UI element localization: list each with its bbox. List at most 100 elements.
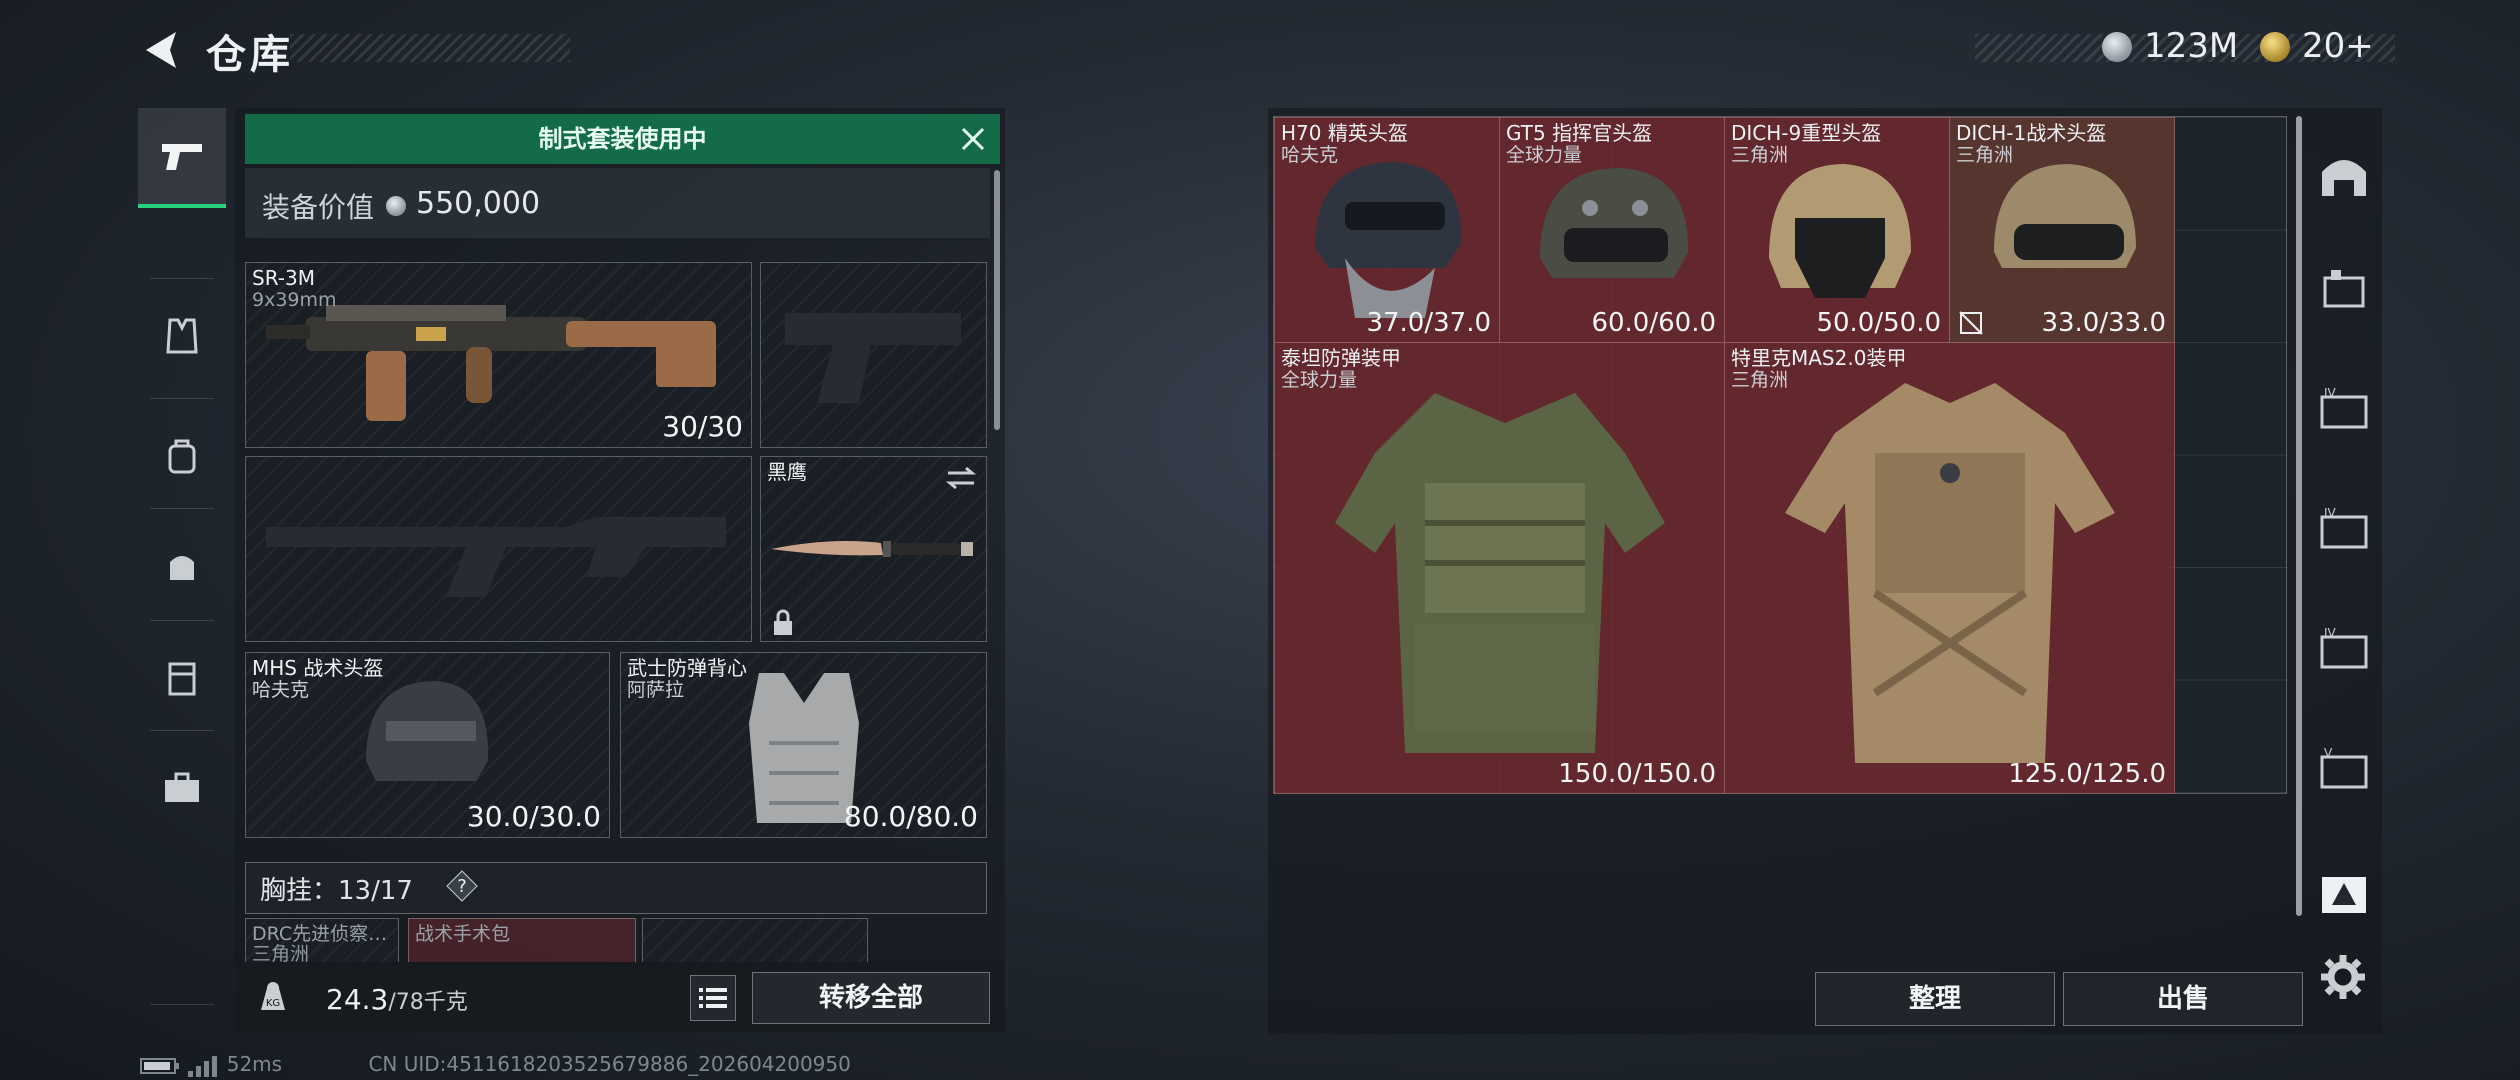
helmet-slot[interactable]: MHS 战术头盔 哈夫克 30.0/30.0 (245, 652, 610, 838)
sort-button[interactable]: 整理 (1815, 972, 2055, 1026)
melee-slot[interactable]: 黑鹰 (760, 456, 987, 642)
storage-item[interactable]: H70 精英头盔 哈夫克 37.0/37.0 (1274, 117, 1500, 343)
help-icon[interactable]: ? (446, 870, 478, 902)
signal-icon (188, 1055, 218, 1077)
sidebar-item-toolbox[interactable] (138, 740, 226, 836)
sidebar-item-backpack[interactable] (138, 408, 226, 504)
chest-item[interactable]: DRC先进侦察… 三角洲 (245, 918, 399, 964)
storage-item[interactable]: 泰坦防弹装甲 全球力量 150.0/150.0 (1274, 342, 1725, 794)
chest-item-maker: 三角洲 (252, 943, 310, 964)
weapon-ammo: 9x39mm (252, 289, 337, 311)
chest-item-name: 战术手术包 (415, 923, 511, 945)
item-durability: 37.0/37.0 (1366, 308, 1491, 338)
transfer-all-button[interactable]: 转移全部 (752, 972, 990, 1024)
expansion-box-icon: IV (2320, 626, 2368, 669)
currency-gold[interactable]: 20+ (2302, 26, 2374, 66)
item-name: 泰坦防弹装甲 (1281, 346, 1401, 370)
sidebar-item-pouch[interactable] (138, 518, 226, 614)
sidebar-item-chest-rig[interactable] (138, 288, 226, 384)
tab-storage-expansion[interactable]: IV (2308, 600, 2380, 696)
tab-storage-special[interactable] (2308, 846, 2380, 942)
preset-banner-text: 制式套装使用中 (538, 125, 707, 153)
helmet-image (1769, 164, 1911, 298)
carry-weight-unit: /78千克 (388, 990, 468, 1015)
helmet-maker: 哈夫克 (252, 679, 310, 701)
backpack-icon (168, 439, 196, 474)
settings-gear-icon[interactable] (2318, 952, 2368, 1002)
equipment-value-label: 装备价值 (262, 191, 375, 224)
divider (150, 730, 214, 731)
storage-scrollbar[interactable] (2296, 116, 2302, 916)
weight-icon: KG (261, 982, 285, 1010)
item-maker: 三角洲 (1956, 144, 2014, 166)
sell-button[interactable]: 出售 (2063, 972, 2303, 1026)
tab-storage-expansion[interactable]: V (2308, 720, 2380, 816)
helmet-image (366, 681, 489, 781)
silver-coin-icon (386, 196, 406, 216)
tab-storage-expansion[interactable]: IV (2308, 360, 2380, 456)
item-maker: 三角洲 (1731, 369, 1789, 391)
sidebar-item-weapons[interactable] (138, 108, 226, 208)
item-maker: 全球力量 (1506, 144, 1583, 166)
back-arrow-icon[interactable] (140, 28, 184, 72)
item-maker: 三角洲 (1731, 144, 1789, 166)
item-durability: 50.0/50.0 (1816, 308, 1941, 338)
tab-storage-box[interactable] (2308, 240, 2380, 336)
special-box-icon (2322, 877, 2366, 913)
pistol-slot[interactable] (760, 262, 987, 448)
tab-tier: IV (2324, 386, 2337, 400)
divider (150, 508, 214, 509)
tab-tier: V (2324, 746, 2333, 760)
loadout-scrollbar[interactable] (994, 170, 1000, 430)
equipment-value: 550,000 (416, 186, 541, 221)
expansion-box-icon: IV (2320, 506, 2368, 549)
category-sidebar (138, 108, 226, 1008)
gold-coin-icon (2260, 32, 2290, 62)
sidebar-item-case[interactable] (138, 630, 226, 726)
divider (150, 398, 214, 399)
armor-durability: 80.0/80.0 (843, 800, 978, 833)
swap-icon[interactable] (944, 465, 978, 491)
knife-image (771, 541, 973, 557)
pistol-icon (162, 144, 202, 170)
divider (150, 620, 214, 621)
tab-storage-expansion[interactable]: IV (2308, 480, 2380, 576)
expansion-box-icon: IV (2320, 386, 2368, 429)
status-line: 52ms CN UID:4511618203525679886_20260420… (140, 1052, 851, 1077)
storage-grid: H70 精英头盔 哈夫克 37.0/37.0 GT5 指挥官头盔 全球力量 60… (1273, 116, 2287, 794)
storage-item[interactable]: DICH-9重型头盔 三角洲 50.0/50.0 (1724, 117, 1950, 343)
item-name: GT5 指挥官头盔 (1506, 121, 1653, 145)
expansion-box-icon: V (2320, 746, 2368, 789)
storage-item[interactable]: DICH-1战术头盔 三角洲 33.0/33.0 (1949, 117, 2175, 343)
armor-image (1335, 393, 1665, 753)
item-durability: 33.0/33.0 (2041, 308, 2166, 338)
tab-tier: IV (2324, 626, 2337, 640)
list-view-button[interactable] (690, 975, 736, 1021)
crate-icon (2323, 270, 2365, 308)
item-durability: 60.0/60.0 (1591, 308, 1716, 338)
uid-text: CN UID:4511618203525679886_202604200950 (368, 1052, 851, 1076)
item-name: DICH-1战术头盔 (1956, 121, 2107, 145)
svg-text:KG: KG (266, 998, 280, 1009)
secondary-weapon-slot[interactable] (245, 456, 752, 642)
pouch-icon (170, 556, 194, 580)
title-decor (290, 34, 570, 62)
toolbox-icon (165, 772, 199, 802)
armor-slot[interactable]: 武士防弹背心 阿萨拉 80.0/80.0 (620, 652, 987, 838)
rifle-silhouette-icon (266, 517, 726, 597)
storage-tabs: IV IV IV V (2308, 108, 2380, 1008)
tab-storage-main[interactable] (2308, 128, 2380, 224)
chest-item[interactable]: 战术手术包 (408, 918, 636, 964)
divider (150, 1004, 214, 1005)
chest-item-empty[interactable] (642, 918, 868, 964)
helmet-image (1540, 168, 1689, 278)
primary-weapon-slot[interactable]: SR-3M 9x39mm 30/30 (245, 262, 752, 448)
close-icon[interactable] (955, 121, 991, 157)
storage-item[interactable]: GT5 指挥官头盔 全球力量 60.0/60.0 (1499, 117, 1725, 343)
storage-item[interactable]: 特里克MAS2.0装甲 三角洲 125.0/125.0 (1724, 342, 2175, 794)
list-icon (699, 988, 727, 1008)
helmet-image (1994, 164, 2136, 268)
pistol-silhouette-icon (785, 313, 961, 403)
lock-icon (774, 609, 792, 635)
storage-icon (2322, 160, 2366, 196)
